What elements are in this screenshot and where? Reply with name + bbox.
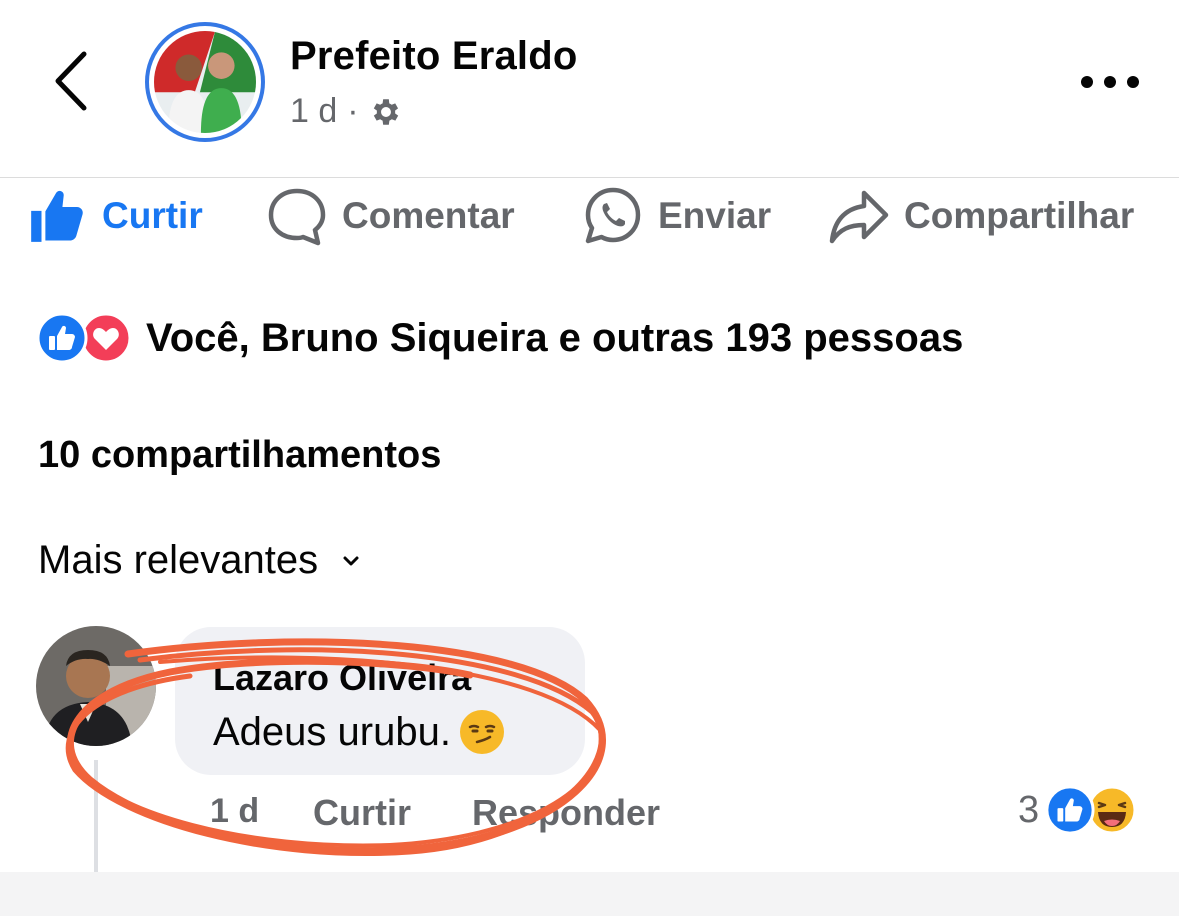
like-label: Curtir [102, 195, 203, 236]
comment-meta: 1 d [210, 792, 259, 831]
more-options-button[interactable] [1075, 60, 1145, 104]
post-time: 1 d [290, 92, 338, 130]
comment-icon [268, 188, 326, 246]
chevron-left-icon [55, 51, 87, 111]
comment-label: Comentar [342, 195, 515, 236]
share-button[interactable]: Compartilhar [828, 180, 1134, 252]
whatsapp-icon [585, 187, 641, 244]
comment-bubble[interactable]: Lazaro Oliveira Adeus urubu. [175, 627, 585, 775]
comment-like-button[interactable]: Curtir [313, 792, 411, 834]
post-action-bar: Curtir Comentar Enviar Compartilhar [0, 180, 1179, 260]
meta-separator: · [347, 92, 359, 130]
comment-time: 1 d [210, 792, 260, 830]
smirk-emoji-icon [459, 710, 504, 754]
comment-author[interactable]: Lazaro Oliveira [213, 657, 471, 699]
page-avatar-photo [154, 31, 256, 133]
shares-count[interactable]: 10 compartilhamentos [38, 434, 441, 477]
send-button[interactable]: Enviar [582, 180, 771, 252]
like-icon [1045, 785, 1095, 835]
back-button[interactable] [40, 40, 100, 120]
post-meta: 1 d · [290, 92, 403, 131]
more-icon [1081, 76, 1139, 88]
reactions-text: Você, Bruno Siqueira e outras 193 pessoa… [146, 315, 964, 360]
gear-icon[interactable] [369, 95, 403, 129]
thumbs-up-icon [31, 190, 83, 242]
comment-button[interactable]: Comentar [266, 180, 515, 252]
commenter-avatar[interactable] [36, 626, 156, 746]
comment-reactions[interactable]: 3 [1018, 785, 1137, 835]
comment-text: Adeus urubu. [213, 709, 451, 754]
comment-sort-dropdown[interactable]: Mais relevantes [38, 538, 362, 583]
thread-line [94, 760, 98, 872]
chevron-down-icon [343, 556, 359, 565]
comment-reply-button[interactable]: Responder [472, 792, 660, 834]
like-button[interactable]: Curtir [26, 180, 203, 252]
page-name[interactable]: Prefeito Eraldo [290, 34, 578, 79]
like-icon [36, 312, 88, 364]
comment-reaction-icons [1045, 785, 1137, 835]
page-avatar[interactable] [145, 22, 265, 142]
comment-text-row: Adeus urubu. [213, 707, 507, 757]
send-label: Enviar [658, 195, 772, 236]
sort-label: Mais relevantes [38, 538, 319, 582]
comment-reaction-count: 3 [1018, 788, 1040, 831]
share-icon [829, 190, 889, 244]
post-header: Prefeito Eraldo 1 d · [0, 0, 1179, 178]
share-label: Compartilhar [904, 195, 1135, 236]
reaction-icons [36, 312, 136, 364]
reactions-summary[interactable]: Você, Bruno Siqueira e outras 193 pessoa… [36, 312, 963, 364]
bottom-area [0, 872, 1179, 916]
